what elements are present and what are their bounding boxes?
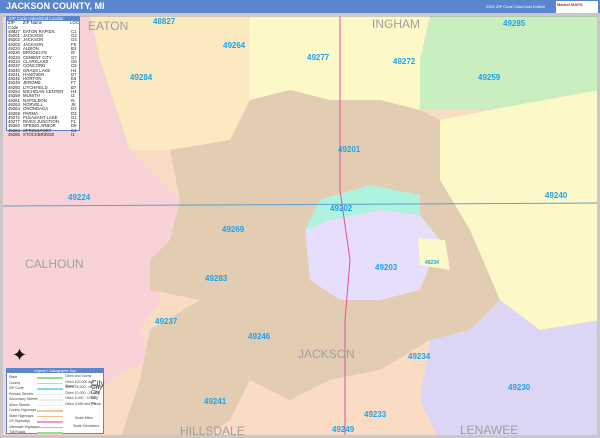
legend-item-label: ZIP Code xyxy=(9,386,24,390)
legend-line-swatch xyxy=(37,426,63,428)
legend-line-swatch xyxy=(37,432,63,434)
zip-label: 49203 xyxy=(375,263,398,272)
zip-label: 49224 xyxy=(68,193,91,202)
legend-line-swatch xyxy=(37,393,63,395)
legend-item-label: US Highways xyxy=(9,419,31,423)
zip-label: 49230 xyxy=(508,383,531,392)
index-row: 49285 STOCKBRIDGE I1 xyxy=(7,132,79,138)
county-label: HILLSDALE xyxy=(180,424,245,435)
legend-line-swatch xyxy=(37,388,63,390)
zip-index-table: ZIP Code Index/Grid Locator ZIP Code ZIP… xyxy=(6,16,80,137)
legend-item-label: Interstate Highways xyxy=(9,424,40,429)
index-cell: 49285 xyxy=(8,132,20,138)
county-label: EATON xyxy=(88,19,128,33)
edition-label: 2022 ZIP Code ColorCast Edition xyxy=(486,4,546,9)
legend-item-label: County Highways xyxy=(9,408,37,412)
zip-label: 49272 xyxy=(393,57,416,66)
zip-label: 49284 xyxy=(130,73,153,82)
zip-label: 49264 xyxy=(223,41,246,50)
zip-label: 49237 xyxy=(155,317,178,326)
zip-label: 49202 xyxy=(330,204,353,213)
zip-label: 49249 xyxy=(332,425,355,434)
legend-city-sample: City xyxy=(91,395,99,400)
scale-km: Scale Kilometers xyxy=(73,424,100,428)
legend-line-swatch xyxy=(37,415,63,417)
legend-line-swatch xyxy=(37,404,63,406)
page-title: JACKSON COUNTY, MI xyxy=(6,1,105,11)
logo-text: Market MAPS xyxy=(557,2,583,7)
publisher-logo: Market MAPS xyxy=(556,1,598,13)
zip-label: 49234 xyxy=(425,260,439,266)
zip-label: 49277 xyxy=(307,53,330,62)
county-label: JACKSON xyxy=(298,347,355,361)
zip-label: 49259 xyxy=(478,73,501,82)
legend-city-class: Cities and Towns xyxy=(65,374,92,378)
legend-item-label: Minor Streets xyxy=(9,402,30,407)
zip-label: 49269 xyxy=(222,225,245,234)
legend-title: Legend / Cartographic Key xyxy=(7,369,103,373)
legend-item-label: State Highways xyxy=(9,413,34,418)
legend-line-swatch xyxy=(37,410,63,412)
legend-line-swatch xyxy=(37,382,63,384)
legend-item-label: State xyxy=(9,375,18,379)
county-label: LENAWEE xyxy=(460,423,518,435)
zip-label: 48827 xyxy=(153,17,176,26)
legend-item-label: County xyxy=(9,380,21,385)
zip-label: 49234 xyxy=(408,352,431,361)
zip-label: 49246 xyxy=(248,332,271,341)
legend-line-swatch xyxy=(37,399,63,401)
legend-item-label: Toll Roads xyxy=(9,430,26,434)
legend-item-label: Secondary Streets xyxy=(9,397,38,401)
zip-label: 49233 xyxy=(364,410,387,419)
zip-label: 49240 xyxy=(545,191,568,200)
county-label: CALHOUN xyxy=(25,257,84,271)
zip-label: 49241 xyxy=(204,397,227,406)
legend-item-label: Primary Streets xyxy=(9,391,34,396)
scale-miles: Scale Miles xyxy=(75,416,93,420)
zip-label: 49285 xyxy=(503,19,526,28)
header-bar: JACKSON COUNTY, MI 2022 ZIP Code ColorCa… xyxy=(0,0,600,13)
legend-line-swatch xyxy=(37,421,63,423)
map-legend: Legend / Cartographic Key State County ZIP… xyxy=(6,368,104,434)
zip-label: 49283 xyxy=(205,274,228,283)
legend-line-swatch xyxy=(37,377,63,379)
zip-label: 49201 xyxy=(338,145,361,154)
county-label: INGHAM xyxy=(372,17,420,31)
index-cell: STOCKBRIDGE xyxy=(23,132,55,138)
index-rows: 48827 EATON RAPIDS C1 49201 JACKSON G4 49202 JA… xyxy=(7,29,79,138)
index-cell: I1 xyxy=(71,132,75,138)
compass-rose-icon: ✦ xyxy=(12,345,28,365)
legend-city-sample: City xyxy=(91,400,97,405)
